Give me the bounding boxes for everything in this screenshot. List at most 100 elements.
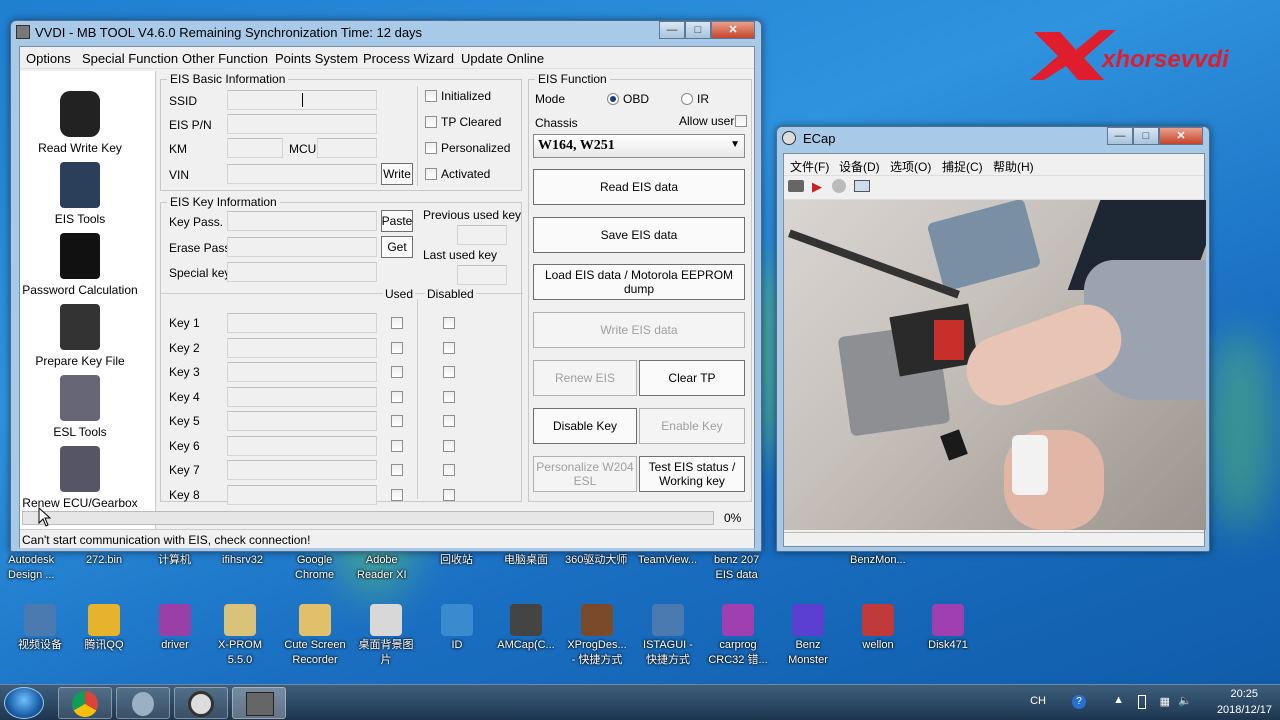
- get-button[interactable]: Get: [381, 236, 413, 258]
- prev-used-field[interactable]: [457, 225, 507, 245]
- mcu-field[interactable]: [317, 138, 377, 158]
- camera-icon[interactable]: [788, 180, 804, 192]
- desktop-label-top[interactable]: 272.bin: [86, 553, 122, 568]
- record-icon[interactable]: ▶: [812, 179, 822, 195]
- key-used-checkbox[interactable]: [391, 366, 403, 378]
- sidebar-item[interactable]: EIS Tools: [20, 162, 140, 226]
- desktop-icon[interactable]: Disk471: [908, 604, 988, 653]
- desktop-label-top[interactable]: TeamView...: [638, 553, 697, 568]
- ecap-menu-item[interactable]: 选项(O): [890, 158, 931, 175]
- image-icon[interactable]: [854, 180, 870, 192]
- key-disabled-checkbox[interactable]: [443, 317, 455, 329]
- personalized-checkbox[interactable]: [425, 142, 437, 154]
- desktop-label-top[interactable]: 电脑桌面: [504, 553, 548, 568]
- key-field[interactable]: [227, 362, 377, 382]
- desktop-icon[interactable]: Cute Screen Recorder: [275, 604, 355, 668]
- sidebar-item[interactable]: Renew ECU/Gearbox: [20, 446, 140, 510]
- desktop-icon[interactable]: ISTAGUI - 快捷方式: [628, 604, 708, 668]
- tp-cleared-checkbox[interactable]: [425, 116, 437, 128]
- write-eis-button[interactable]: Write EIS data: [533, 312, 745, 348]
- initialized-checkbox[interactable]: [425, 90, 437, 102]
- ecap-minimize-button[interactable]: —: [1107, 127, 1133, 145]
- erase-pass-field[interactable]: [227, 237, 377, 257]
- tray-arrow-icon[interactable]: ▲: [1113, 694, 1124, 706]
- test-eis-button[interactable]: Test EIS status / Working key: [639, 456, 745, 492]
- key-disabled-checkbox[interactable]: [443, 390, 455, 403]
- desktop-icon[interactable]: 腾讯QQ: [64, 604, 144, 653]
- ecap-menu-item[interactable]: 帮助(H): [993, 158, 1034, 175]
- key-field[interactable]: [227, 460, 377, 480]
- sidebar-item[interactable]: Prepare Key File: [20, 304, 140, 368]
- key-used-checkbox[interactable]: [391, 390, 403, 403]
- desktop-icon[interactable]: AMCap(C...: [486, 604, 566, 653]
- menu-item[interactable]: Update Online: [461, 51, 544, 66]
- menu-item[interactable]: Options: [26, 51, 71, 66]
- ecap-menu-item[interactable]: 设备(D): [839, 158, 880, 175]
- clock-date[interactable]: 2018/12/17: [1217, 704, 1272, 716]
- help-icon[interactable]: ?: [1072, 695, 1086, 709]
- menu-item[interactable]: Process Wizard: [363, 51, 454, 66]
- menu-item[interactable]: Special Function: [82, 51, 178, 66]
- key-disabled-checkbox[interactable]: [443, 488, 455, 501]
- battery-icon[interactable]: [1138, 695, 1146, 709]
- sidebar-item[interactable]: Read Write Key: [20, 91, 140, 155]
- desktop-label-top[interactable]: Google Chrome: [295, 553, 334, 583]
- allow-user-checkbox[interactable]: [735, 115, 747, 127]
- clear-tp-button[interactable]: Clear TP: [639, 360, 745, 396]
- renew-eis-button[interactable]: Renew EIS: [533, 360, 637, 396]
- desktop-label-top[interactable]: benz 207 EIS data: [714, 553, 759, 583]
- key-used-checkbox[interactable]: [391, 317, 403, 329]
- desktop-label-top[interactable]: 回收站: [440, 553, 473, 568]
- key-field[interactable]: [227, 386, 377, 407]
- ecap-menu-item[interactable]: 文件(F): [790, 158, 829, 175]
- desktop-icon[interactable]: 桌面背景图 片: [346, 604, 426, 668]
- network-icon[interactable]: ▦: [1160, 695, 1170, 708]
- key-field[interactable]: [227, 313, 377, 333]
- desktop-label-top[interactable]: BenzMon...: [850, 553, 906, 568]
- taskbar-vvdi[interactable]: [232, 687, 286, 719]
- write-vin-button[interactable]: Write: [381, 163, 413, 185]
- desktop-icon[interactable]: wellon: [838, 604, 918, 653]
- special-key-field[interactable]: [227, 262, 377, 282]
- key-disabled-checkbox[interactable]: [443, 464, 455, 476]
- taskbar-chrome[interactable]: [58, 687, 112, 719]
- stop-icon[interactable]: [832, 179, 846, 193]
- desktop-label-top[interactable]: 360驱动大师: [565, 553, 627, 568]
- vin-field[interactable]: [227, 164, 377, 184]
- key-used-checkbox[interactable]: [391, 488, 403, 501]
- volume-icon[interactable]: 🔈: [1178, 694, 1192, 707]
- key-disabled-checkbox[interactable]: [443, 439, 455, 452]
- ir-radio[interactable]: [681, 93, 693, 105]
- obd-radio[interactable]: [607, 93, 619, 105]
- ecap-menu-item[interactable]: 捕捉(C): [942, 158, 983, 175]
- taskbar-ecap[interactable]: [174, 687, 228, 719]
- read-eis-button[interactable]: Read EIS data: [533, 169, 745, 205]
- key-disabled-checkbox[interactable]: [443, 341, 455, 354]
- enable-key-button[interactable]: Enable Key: [639, 408, 745, 444]
- chassis-select[interactable]: W164, W251 ▼: [533, 134, 745, 158]
- close-button[interactable]: ✕: [711, 21, 755, 39]
- key-used-checkbox[interactable]: [391, 464, 403, 476]
- maximize-button[interactable]: □: [685, 21, 711, 39]
- minimize-button[interactable]: —: [659, 21, 685, 39]
- save-eis-button[interactable]: Save EIS data: [533, 217, 745, 253]
- activated-checkbox[interactable]: [425, 168, 437, 180]
- key-used-checkbox[interactable]: [391, 341, 403, 354]
- desktop-icon[interactable]: X-PROM 5.5.0: [200, 604, 280, 668]
- personalize-esl-button[interactable]: Personalize W204 ESL: [533, 456, 637, 492]
- key-field[interactable]: [227, 435, 377, 456]
- menu-item[interactable]: Points System: [275, 51, 358, 66]
- last-used-field[interactable]: [457, 265, 507, 285]
- desktop-label-top[interactable]: ifihsrv32: [222, 553, 263, 568]
- start-button[interactable]: [4, 687, 44, 719]
- ssid-field[interactable]: [227, 90, 377, 110]
- key-disabled-checkbox[interactable]: [443, 366, 455, 378]
- lang-indicator[interactable]: CH: [1030, 695, 1046, 707]
- desktop-icon[interactable]: Benz Monster: [768, 604, 848, 668]
- mbtool-titlebar[interactable]: VVDI - MB TOOL V4.6.0 Remaining Synchron…: [11, 21, 761, 45]
- key-field[interactable]: [227, 337, 377, 358]
- ecap-maximize-button[interactable]: □: [1133, 127, 1159, 145]
- key-field[interactable]: [227, 411, 377, 431]
- desktop-icon[interactable]: carprog CRC32 错...: [698, 604, 778, 668]
- ecap-close-button[interactable]: ✕: [1159, 127, 1203, 145]
